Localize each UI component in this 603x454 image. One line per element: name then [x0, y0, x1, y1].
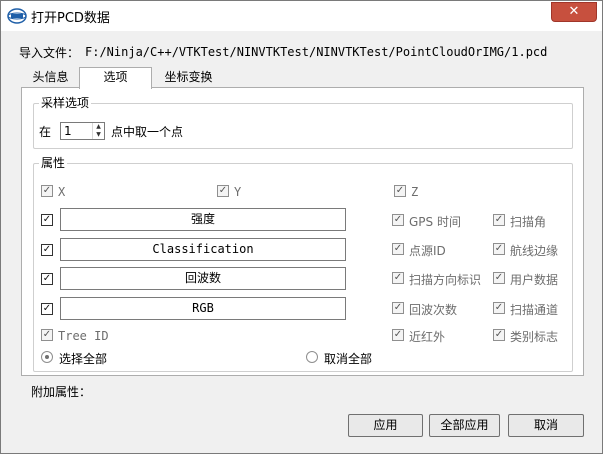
close-button[interactable]: ✕ [551, 2, 597, 22]
check-icon: ✓ [494, 272, 504, 283]
close-icon: ✕ [568, 4, 580, 19]
tab-label: 坐标变换 [164, 70, 213, 84]
z-label: Z [411, 185, 419, 199]
classification-checkbox[interactable]: ✓ [41, 244, 53, 256]
tab-label: 头信息 [32, 70, 69, 84]
import-file-label: 导入文件： [19, 46, 80, 60]
check-icon: ✓ [393, 214, 403, 225]
point-source-id-label: 点源ID [409, 244, 446, 258]
check-icon: ✓ [42, 303, 52, 314]
check-icon: ✓ [494, 329, 504, 340]
sampling-prefix-label: 在 [39, 125, 52, 139]
tab-options[interactable]: 选项 [79, 67, 152, 89]
check-icon: ✓ [494, 243, 504, 254]
scanner-channel-label: 扫描通道 [510, 303, 559, 317]
extra-attributes-label: 附加属性： [31, 385, 92, 399]
tab-header-info[interactable]: 头信息 [23, 68, 78, 88]
spin-arrows-icon[interactable]: ▲ ▼ [92, 123, 104, 139]
tab-label: 选项 [103, 70, 128, 84]
check-icon: ✓ [42, 329, 52, 340]
intensity-field[interactable]: 强度 [60, 208, 346, 231]
return-number-checkbox[interactable]: ✓ [41, 273, 53, 285]
classification-flags-checkbox[interactable]: ✓ [493, 329, 505, 341]
open-pcd-dialog: 打开PCD数据 ✕ 导入文件： F:/Ninja/C++/VTKTest/NIN… [0, 0, 603, 454]
title-bar[interactable]: 打开PCD数据 ✕ [1, 1, 602, 31]
nir-label: 近红外 [409, 330, 446, 344]
intensity-checkbox[interactable]: ✓ [41, 214, 53, 226]
edge-of-flight-line-checkbox[interactable]: ✓ [493, 243, 505, 255]
z-checkbox[interactable]: ✓ [394, 185, 406, 197]
check-icon: ✓ [393, 243, 403, 254]
x-checkbox[interactable]: ✓ [41, 185, 53, 197]
nir-checkbox[interactable]: ✓ [392, 329, 404, 341]
gps-time-label: GPS 时间 [409, 215, 461, 229]
user-data-label: 用户数据 [510, 273, 559, 287]
deselect-all-radio[interactable] [306, 351, 318, 363]
scanner-channel-checkbox[interactable]: ✓ [493, 302, 505, 314]
check-icon: ✓ [393, 302, 403, 313]
apply-button[interactable]: 应用 [348, 414, 423, 437]
check-icon: ✓ [494, 302, 504, 313]
check-icon: ✓ [393, 329, 403, 340]
scan-angle-checkbox[interactable]: ✓ [493, 214, 505, 226]
rgb-field[interactable]: RGB [60, 297, 346, 320]
x-label: X [58, 185, 66, 199]
y-checkbox[interactable]: ✓ [217, 185, 229, 197]
number-of-returns-label: 回波次数 [409, 303, 458, 317]
app-logo-icon [7, 8, 27, 24]
check-icon: ✓ [393, 272, 403, 283]
window-title: 打开PCD数据 [31, 11, 110, 26]
scan-angle-label: 扫描角 [510, 215, 547, 229]
tab-coordinate-transform[interactable]: 坐标变换 [156, 68, 221, 88]
sampling-suffix-label: 点中取一个点 [111, 125, 184, 139]
return-number-field[interactable]: 回波数 [60, 267, 346, 290]
check-icon: ✓ [42, 185, 52, 196]
classification-field[interactable]: Classification [60, 238, 346, 261]
check-icon: ✓ [42, 273, 52, 284]
scan-direction-label: 扫描方向标识 [409, 273, 482, 287]
edge-of-flight-line-label: 航线边缘 [510, 244, 559, 258]
deselect-all-label: 取消全部 [324, 352, 373, 366]
point-source-id-checkbox[interactable]: ✓ [392, 243, 404, 255]
select-all-label: 选择全部 [59, 352, 108, 366]
classification-flags-label: 类别标志 [510, 330, 559, 344]
check-icon: ✓ [494, 214, 504, 225]
scan-direction-checkbox[interactable]: ✓ [392, 272, 404, 284]
check-icon: ✓ [395, 185, 405, 196]
check-icon: ✓ [42, 244, 52, 255]
sampling-options-title: 采样选项 [39, 94, 92, 111]
import-file-path: F:/Ninja/C++/VTKTest/NINVTKTest/NINVTKTe… [85, 45, 548, 59]
number-of-returns-checkbox[interactable]: ✓ [392, 302, 404, 314]
sampling-spinbox[interactable]: 1 ▲ ▼ [60, 122, 105, 140]
tree-id-checkbox[interactable]: ✓ [41, 329, 53, 341]
check-icon: ✓ [42, 214, 52, 225]
rgb-checkbox[interactable]: ✓ [41, 303, 53, 315]
tree-id-label: Tree ID [58, 329, 109, 343]
check-icon: ✓ [218, 185, 228, 196]
user-data-checkbox[interactable]: ✓ [493, 272, 505, 284]
sampling-value: 1 [64, 124, 72, 138]
apply-all-button[interactable]: 全部应用 [429, 414, 500, 437]
y-label: Y [234, 185, 242, 199]
select-all-radio[interactable] [41, 351, 53, 363]
cancel-button[interactable]: 取消 [508, 414, 584, 437]
attributes-title: 属性 [39, 154, 68, 171]
gps-time-checkbox[interactable]: ✓ [392, 214, 404, 226]
